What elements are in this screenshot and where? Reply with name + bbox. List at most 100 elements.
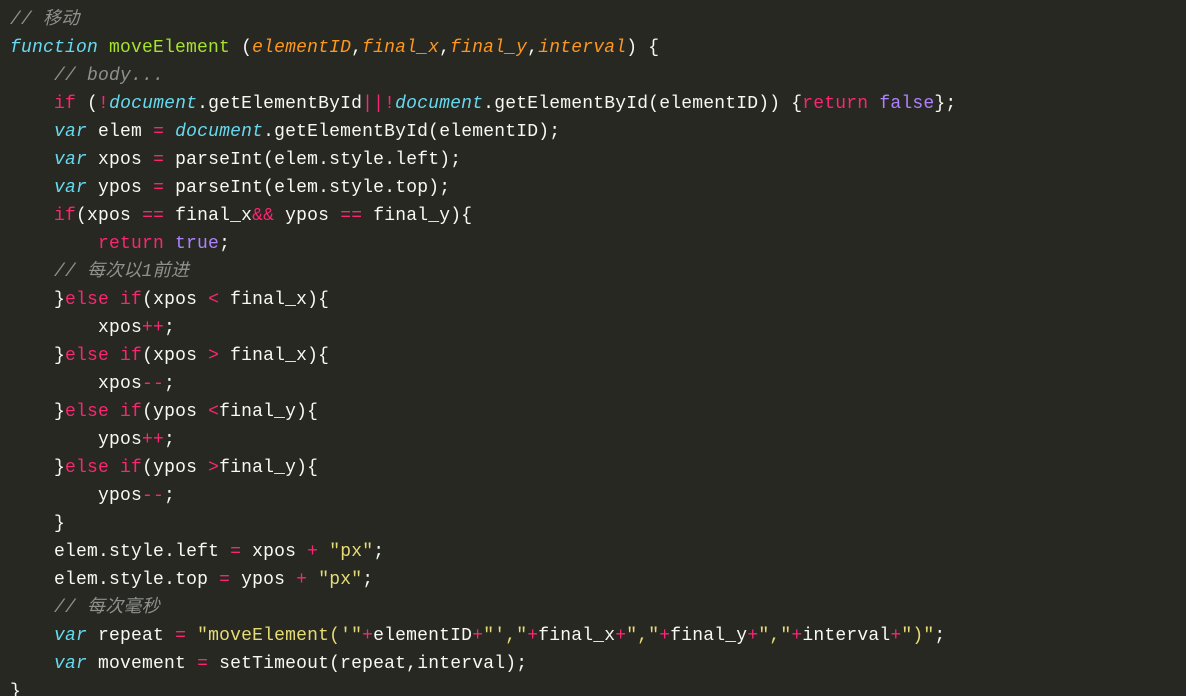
code-line: ypos++;: [10, 430, 175, 450]
var: final_x: [538, 626, 615, 646]
string: ",": [758, 626, 791, 646]
const-true: true: [175, 234, 219, 254]
function-name: moveElement: [109, 38, 230, 58]
string: "',": [483, 626, 527, 646]
op-plus: +: [791, 626, 802, 646]
var-ypos: ypos: [98, 486, 142, 506]
op-assign: =: [197, 654, 208, 674]
code-line: return true;: [10, 234, 230, 254]
keyword-if: if: [120, 402, 142, 422]
string-px: "px": [329, 542, 373, 562]
code-line: // 每次以1前进: [10, 262, 189, 282]
var-ypos: ypos: [98, 178, 142, 198]
code-line: var ypos = parseInt(elem.style.top);: [10, 178, 450, 198]
prop-top: top: [175, 570, 208, 590]
comment: // 移动: [10, 10, 79, 30]
var-xpos: xpos: [153, 290, 197, 310]
code-line: // 每次毫秒: [10, 598, 160, 618]
op-assign: =: [153, 150, 164, 170]
code-line: var repeat = "moveElement('"+elementID+"…: [10, 626, 945, 646]
param: elementID: [252, 38, 351, 58]
op-gt: >: [208, 346, 219, 366]
code-line: // 移动: [10, 10, 79, 30]
keyword-return: return: [802, 94, 868, 114]
op-lt: <: [208, 402, 219, 422]
keyword-if: if: [54, 94, 76, 114]
ident-document: document: [175, 122, 263, 142]
code-line: var elem = document.getElementById(eleme…: [10, 122, 560, 142]
arg: elementID: [439, 122, 538, 142]
op-dec: --: [142, 374, 164, 394]
code-line: xpos++;: [10, 318, 175, 338]
var-elem: elem: [54, 542, 98, 562]
param: final_x: [362, 38, 439, 58]
method: getElementById: [274, 122, 428, 142]
ident-document: document: [395, 94, 483, 114]
prop-style: style: [109, 570, 164, 590]
op-eq: ==: [340, 206, 362, 226]
op-assign: =: [175, 626, 186, 646]
op-plus: +: [307, 542, 318, 562]
prop-left: left: [175, 542, 219, 562]
code-line: }else if(ypos <final_y){: [10, 402, 318, 422]
var-finalx: final_x: [230, 346, 307, 366]
keyword-var: var: [54, 178, 87, 198]
var-xpos: xpos: [98, 374, 142, 394]
var: elementID: [373, 626, 472, 646]
var-ypos: ypos: [285, 206, 329, 226]
var-xpos: xpos: [87, 206, 131, 226]
code-line: if(xpos == final_x&& ypos == final_y){: [10, 206, 472, 226]
keyword-if: if: [54, 206, 76, 226]
code-line: elem.style.top = ypos + "px";: [10, 570, 373, 590]
op-assign: =: [219, 570, 230, 590]
const-false: false: [879, 94, 934, 114]
method: getElementById: [208, 94, 362, 114]
op-assign: =: [153, 178, 164, 198]
code-line: xpos--;: [10, 374, 175, 394]
param: final_y: [450, 38, 527, 58]
var-ypos: ypos: [241, 570, 285, 590]
prop-style: style: [329, 178, 384, 198]
keyword-return: return: [98, 234, 164, 254]
var-elem: elem: [274, 150, 318, 170]
code-line: var xpos = parseInt(elem.style.left);: [10, 150, 461, 170]
op-plus: +: [296, 570, 307, 590]
op-inc: ++: [142, 318, 164, 338]
string-px: "px": [318, 570, 362, 590]
keyword-else: else: [65, 402, 109, 422]
comment: // 每次以1前进: [54, 262, 189, 282]
op-assign: =: [230, 542, 241, 562]
ident-document: document: [109, 94, 197, 114]
var-finaly: final_y: [373, 206, 450, 226]
var-finaly: final_y: [219, 402, 296, 422]
code-line: }: [10, 514, 65, 534]
keyword-var: var: [54, 122, 87, 142]
op-lt: <: [208, 290, 219, 310]
op-not: !: [384, 94, 395, 114]
keyword-if: if: [120, 290, 142, 310]
var: interval: [802, 626, 890, 646]
var-movement: movement: [98, 654, 186, 674]
param: interval: [538, 38, 626, 58]
op-dec: --: [142, 486, 164, 506]
code-line: }: [10, 682, 21, 696]
var-repeat: repeat: [98, 626, 164, 646]
code-line: var movement = setTimeout(repeat,interva…: [10, 654, 527, 674]
var-ypos: ypos: [153, 402, 197, 422]
keyword-else: else: [65, 290, 109, 310]
fn-parseint: parseInt: [175, 178, 263, 198]
keyword-function: function: [10, 38, 98, 58]
string: "moveElement('": [197, 626, 362, 646]
code-editor[interactable]: // 移动 function moveElement (elementID,fi…: [0, 0, 1186, 696]
string: ")": [901, 626, 934, 646]
op-plus: +: [527, 626, 538, 646]
var-xpos: xpos: [153, 346, 197, 366]
var: final_y: [670, 626, 747, 646]
var-finaly: final_y: [219, 458, 296, 478]
arg: repeat: [340, 654, 406, 674]
code-line: elem.style.left = xpos + "px";: [10, 542, 384, 562]
arg: interval: [417, 654, 505, 674]
method: getElementById: [494, 94, 648, 114]
keyword-if: if: [120, 346, 142, 366]
var-finalx: final_x: [230, 290, 307, 310]
